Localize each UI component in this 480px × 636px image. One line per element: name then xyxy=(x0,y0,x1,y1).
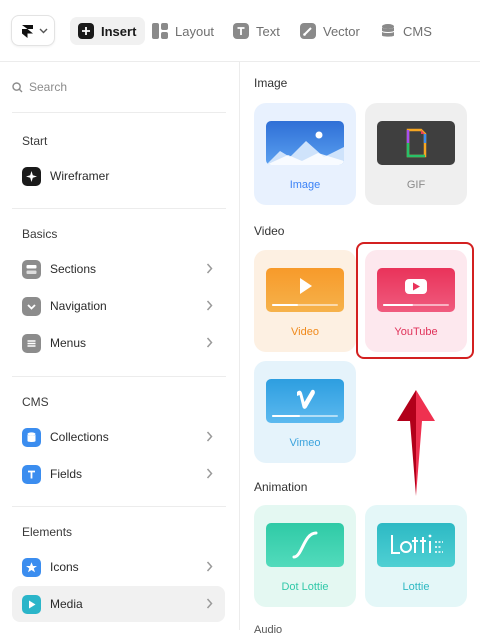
sidebar-item-label: Navigation xyxy=(50,299,107,313)
dot-lottie-thumbnail xyxy=(266,523,344,567)
red-arrow-annotation xyxy=(397,390,435,496)
card-label: Lottie xyxy=(402,581,430,593)
tab-label: CMS xyxy=(403,23,432,39)
sidebar-item-label: Media xyxy=(50,597,83,611)
search-icon xyxy=(12,81,23,92)
framer-menu-button[interactable] xyxy=(11,15,55,46)
divider xyxy=(12,376,226,377)
sidebar-item-icons[interactable]: Icons xyxy=(12,549,225,585)
gif-card[interactable]: GIF xyxy=(365,103,467,205)
search-input[interactable]: Search xyxy=(12,80,67,94)
gif-file-icon xyxy=(406,128,427,158)
sidebar-item-sections[interactable]: Sections xyxy=(12,251,225,287)
card-label: Image xyxy=(289,179,321,191)
chevron-right-icon xyxy=(206,561,213,572)
group-title-audio: Audio xyxy=(254,624,283,636)
section-title-elements: Elements xyxy=(22,525,73,539)
card-label: GIF xyxy=(406,179,426,191)
tab-label: Insert xyxy=(101,23,137,39)
top-toolbar: Insert Layout Text Vector CMS xyxy=(0,0,480,62)
sidebar-item-wireframer[interactable]: Wireframer xyxy=(12,158,225,194)
divider xyxy=(12,506,226,507)
chevron-right-icon xyxy=(206,431,213,442)
tab-cms[interactable]: CMS xyxy=(380,17,432,45)
sidebar-item-label: Menus xyxy=(50,336,87,350)
tab-label: Layout xyxy=(175,23,215,39)
mountain-icon xyxy=(266,131,344,165)
layout-grid-icon xyxy=(152,23,168,39)
chevron-right-icon xyxy=(206,337,213,348)
divider xyxy=(12,208,226,209)
search-placeholder: Search xyxy=(29,80,68,94)
chevron-right-icon xyxy=(206,598,213,609)
lottie-card[interactable]: Lottie xyxy=(365,505,467,607)
section-title-cms: CMS xyxy=(22,395,49,409)
youtube-highlight-box xyxy=(356,242,474,359)
tab-label: Vector xyxy=(323,23,360,39)
card-label: Video xyxy=(291,326,319,338)
video-card[interactable]: Video xyxy=(254,250,356,352)
insert-sidebar: Search Start Wireframer Basics Sections xyxy=(0,62,240,630)
image-card[interactable]: Image xyxy=(254,103,356,205)
tab-label: Text xyxy=(256,23,280,39)
database-icon xyxy=(380,23,396,39)
lottie-curve-icon xyxy=(292,531,318,559)
text-t-icon xyxy=(233,23,249,39)
chevron-right-icon xyxy=(206,300,213,311)
lottie-thumbnail xyxy=(377,523,455,567)
video-thumbnail xyxy=(266,268,344,312)
chevron-right-icon xyxy=(206,263,213,274)
sidebar-item-label: Sections xyxy=(50,262,97,276)
lottie-wordmark-icon xyxy=(391,534,443,554)
tab-vector[interactable]: Vector xyxy=(300,17,360,45)
section-title-basics: Basics xyxy=(22,227,58,241)
gif-thumbnail xyxy=(377,121,455,165)
chevron-down-icon xyxy=(39,28,48,34)
sidebar-item-collections[interactable]: Collections xyxy=(12,419,225,455)
tab-text[interactable]: Text xyxy=(233,17,280,45)
progress-bar xyxy=(272,415,338,417)
group-title-video: Video xyxy=(254,224,285,238)
menus-icon xyxy=(22,333,41,353)
group-title-image: Image xyxy=(254,76,288,90)
sidebar-item-label: Collections xyxy=(50,430,109,444)
play-icon xyxy=(22,594,41,614)
section-title-start: Start xyxy=(22,134,48,148)
sparkle-icon xyxy=(22,166,41,186)
framer-logo-icon xyxy=(22,25,33,38)
sections-icon xyxy=(22,259,41,279)
tab-insert[interactable]: Insert xyxy=(70,17,146,45)
divider xyxy=(12,112,226,113)
image-thumbnail xyxy=(266,121,344,165)
collections-icon xyxy=(22,427,41,447)
sidebar-item-navigation[interactable]: Navigation xyxy=(12,288,225,324)
vimeo-card[interactable]: Vimeo xyxy=(254,361,356,463)
progress-bar xyxy=(272,304,338,306)
sidebar-item-label: Wireframer xyxy=(50,169,110,183)
chevron-right-icon xyxy=(206,468,213,479)
navigation-icon xyxy=(22,296,41,316)
card-label: Dot Lottie xyxy=(281,581,329,593)
fields-icon xyxy=(22,464,41,484)
tab-layout[interactable]: Layout xyxy=(152,17,214,45)
pen-icon xyxy=(300,23,316,39)
sidebar-item-label: Icons xyxy=(50,560,79,574)
dot-lottie-card[interactable]: Dot Lottie xyxy=(254,505,356,607)
sidebar-item-label: Fields xyxy=(50,467,83,481)
sidebar-item-media[interactable]: Media xyxy=(12,586,225,622)
star-icon xyxy=(22,557,41,577)
card-label: Vimeo xyxy=(289,437,321,449)
sidebar-item-fields[interactable]: Fields xyxy=(12,456,225,492)
group-title-animation: Animation xyxy=(254,480,308,494)
vimeo-thumbnail xyxy=(266,379,344,423)
plus-square-icon xyxy=(78,23,94,39)
sidebar-item-menus[interactable]: Menus xyxy=(12,325,225,361)
